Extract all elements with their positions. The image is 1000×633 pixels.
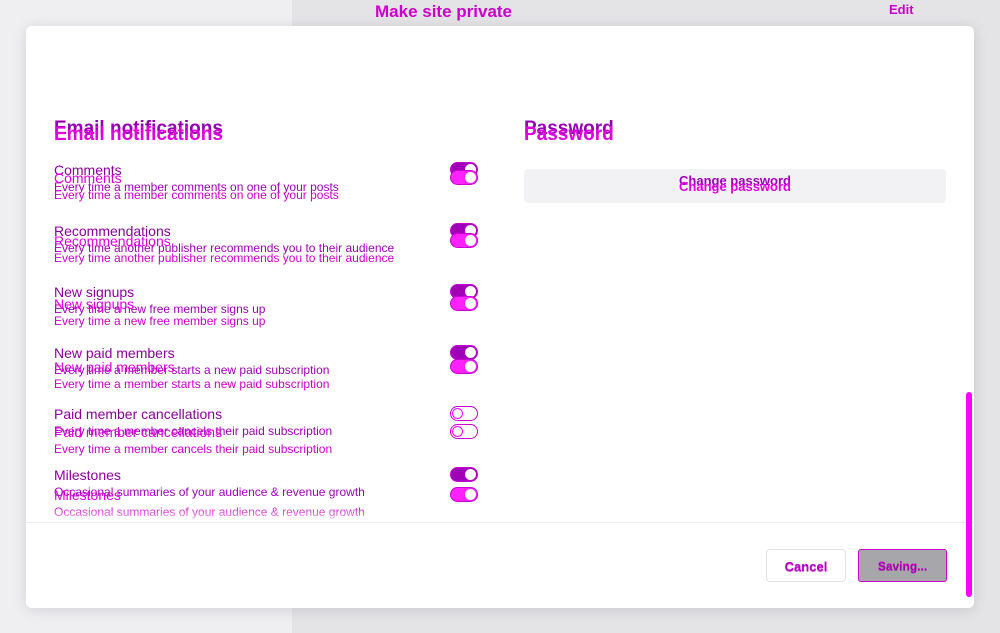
notification-toggle[interactable] (450, 467, 478, 482)
notification-toggle[interactable] (450, 406, 478, 421)
toggle-knob (452, 408, 463, 419)
toggle-knob-ghost (452, 426, 463, 437)
email-notifications-title-ghost: Email notifications (54, 124, 223, 145)
notification-description-ghost: Every time a member comments on one of y… (54, 188, 339, 202)
toggle-knob (465, 469, 476, 480)
notification-row: Comments Every time a member comments on… (54, 162, 478, 223)
notification-label-ghost: Paid member cancellations (54, 424, 223, 440)
notification-description-ghost: Every time a new free member signs up (54, 314, 266, 328)
cancel-button[interactable]: Cancel Cancel (766, 549, 846, 582)
cancel-label-ghost: Cancel (784, 560, 828, 575)
change-password-label-ghost: Change password (679, 179, 791, 194)
notification-label-ghost: Comments (54, 170, 122, 186)
notification-description-ghost: Every time a member starts a new paid su… (54, 377, 330, 391)
notification-list: Comments Every time a member comments on… (54, 162, 478, 528)
scrollbar[interactable] (966, 392, 972, 597)
save-button[interactable]: Saving... Saving... (858, 549, 947, 582)
save-label-ghost: Saving... (877, 560, 928, 574)
notification-description-ghost: Every time another publisher recommends … (54, 251, 395, 265)
notification-toggle-ghost (450, 170, 478, 185)
notification-toggle-ghost (450, 487, 478, 502)
notification-toggle-ghost (450, 424, 478, 439)
toggle-knob-ghost (465, 235, 476, 246)
notification-toggle[interactable] (450, 345, 478, 360)
toggle-knob-ghost (465, 172, 476, 183)
password-section: Password Password Change password Change… (524, 118, 948, 203)
background-title: Make site private (375, 2, 513, 21)
toggle-knob-ghost (465, 489, 476, 500)
email-notifications-title-wrap: Email notifications Email notifications (54, 118, 478, 148)
change-password-button[interactable]: Change password Change password (524, 169, 946, 203)
email-notifications-section: Email notifications Email notifications … (54, 118, 478, 528)
toggle-knob-ghost (465, 298, 476, 309)
toggle-knob (465, 347, 476, 358)
notification-row: New paid members Every time a member sta… (54, 345, 478, 406)
password-title-wrap: Password Password (524, 118, 948, 148)
notification-toggle-ghost (450, 233, 478, 248)
background-edit-link[interactable]: Edit (889, 2, 914, 17)
password-title-ghost: Password (524, 124, 614, 145)
notification-label-ghost: Milestones (54, 487, 121, 503)
notification-row: Recommendations Every time another publi… (54, 223, 478, 284)
notification-toggle-ghost (450, 296, 478, 311)
settings-modal: Email notifications Email notifications … (26, 26, 974, 608)
notification-row: New signups Every time a new free member… (54, 284, 478, 345)
notification-row: Paid member cancellations Every time a m… (54, 406, 478, 467)
notification-label-ghost: New signups (54, 296, 135, 312)
modal-footer: Cancel Cancel Saving... Saving... (26, 522, 974, 608)
toggle-knob-ghost (465, 361, 476, 372)
notification-label-ghost: Recommendations (54, 233, 171, 249)
notification-label: Paid member cancellations (54, 406, 223, 422)
notification-description-ghost: Every time a member cancels their paid s… (54, 442, 333, 456)
notification-label: Milestones (54, 467, 121, 483)
notification-label-ghost: New paid members (54, 359, 175, 375)
notification-toggle-ghost (450, 359, 478, 374)
